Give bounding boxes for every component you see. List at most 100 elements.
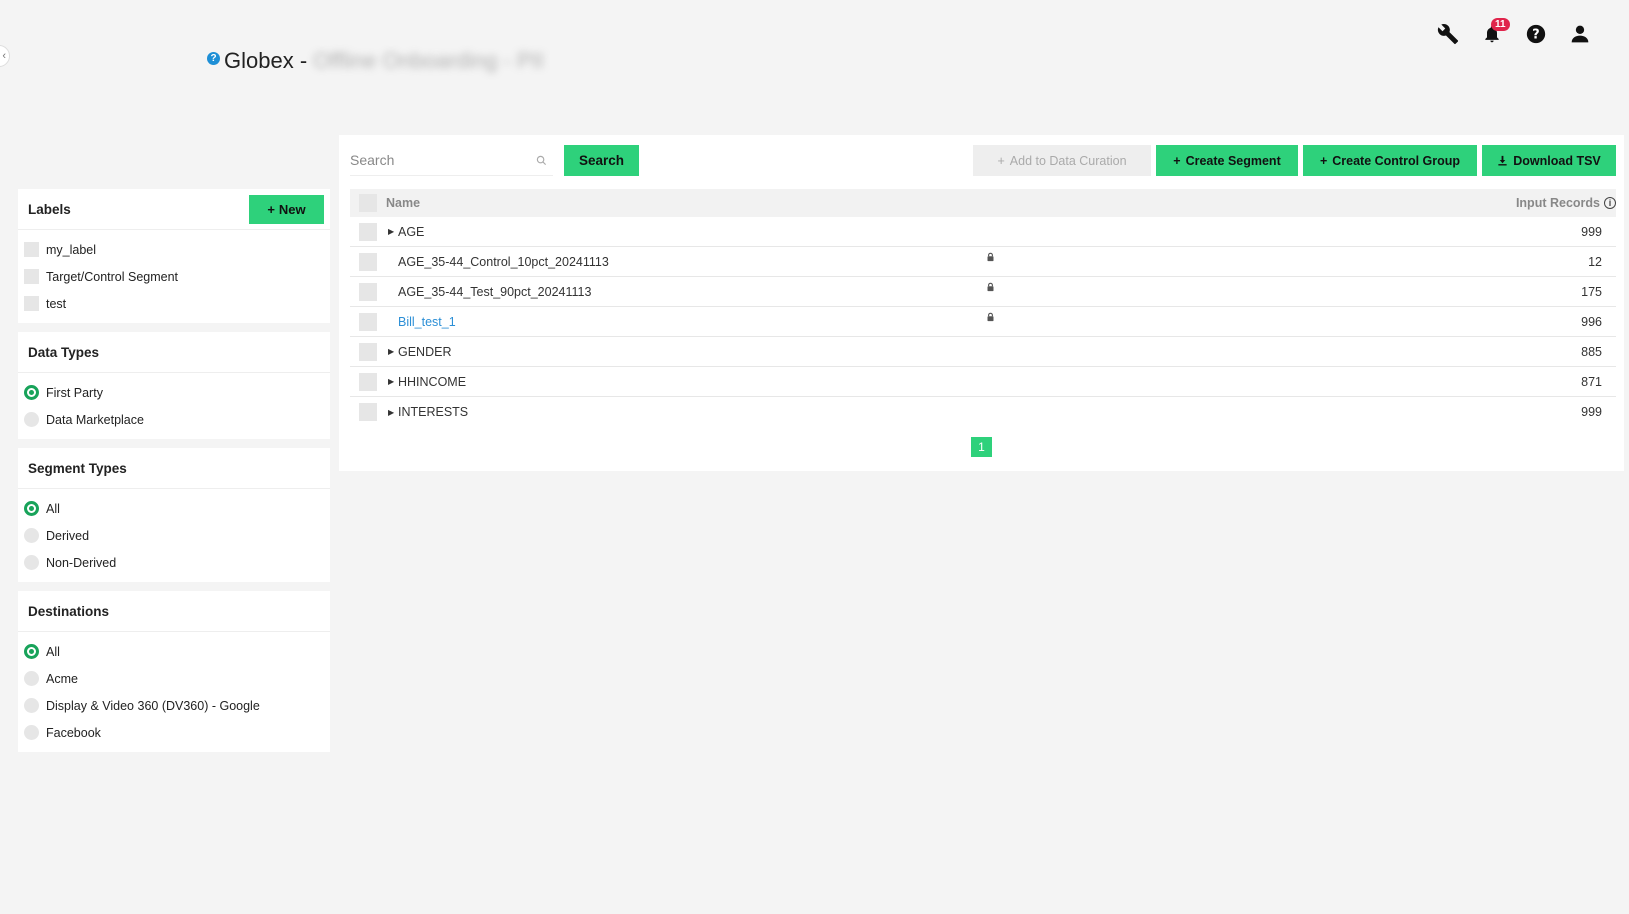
plus-icon: + bbox=[1173, 153, 1181, 168]
option-label: First Party bbox=[46, 385, 103, 400]
table-row[interactable]: ▶ HHINCOME 871 bbox=[350, 367, 1616, 397]
input-records: 885 bbox=[1581, 344, 1602, 359]
search-input[interactable] bbox=[350, 152, 520, 168]
segment-type-option[interactable]: Non-Derived bbox=[24, 549, 330, 576]
radio[interactable] bbox=[24, 671, 39, 686]
create-segment-button[interactable]: + Create Segment bbox=[1156, 145, 1298, 176]
plus-icon: + bbox=[267, 201, 275, 217]
segment-types-title: Segment Types bbox=[28, 460, 127, 476]
labels-panel: Labels + New my_label Target/Control Seg… bbox=[18, 189, 330, 323]
page-header: ? Globex - Offline Onboarding - PII bbox=[207, 48, 544, 74]
top-toolbar: 11 ? bbox=[1437, 18, 1591, 45]
page-title-obscured: Offline Onboarding - PII bbox=[313, 48, 544, 73]
radio-selected[interactable] bbox=[24, 501, 39, 516]
option-label: All bbox=[46, 501, 60, 516]
data-type-option[interactable]: Data Marketplace bbox=[24, 406, 330, 433]
radio[interactable] bbox=[24, 555, 39, 570]
checkbox[interactable] bbox=[24, 269, 39, 284]
new-label-button[interactable]: + New bbox=[249, 194, 324, 224]
title-help-icon[interactable]: ? bbox=[207, 51, 220, 65]
button-label: Download TSV bbox=[1513, 153, 1601, 168]
bell-icon[interactable]: 11 bbox=[1481, 18, 1510, 45]
checkbox[interactable] bbox=[24, 242, 39, 257]
help-icon[interactable]: ? bbox=[1525, 23, 1547, 45]
destination-option[interactable]: Acme bbox=[24, 665, 330, 692]
row-checkbox[interactable] bbox=[359, 403, 377, 421]
column-header-records[interactable]: Input Records i bbox=[1486, 196, 1616, 210]
select-all-checkbox[interactable] bbox=[359, 194, 377, 212]
segment-name-link[interactable]: Bill_test_1 bbox=[398, 315, 456, 329]
user-icon[interactable] bbox=[1569, 23, 1591, 45]
radio-selected[interactable] bbox=[24, 385, 39, 400]
collapse-handle[interactable]: ‹ bbox=[0, 45, 10, 67]
checkbox[interactable] bbox=[24, 296, 39, 311]
button-label: Create Control Group bbox=[1332, 153, 1461, 168]
table-header: Name Input Records i bbox=[350, 189, 1616, 217]
option-label: test bbox=[46, 296, 67, 311]
table-row[interactable]: Bill_test_1 996 bbox=[350, 307, 1616, 337]
table-row[interactable]: AGE_35-44_Control_10pct_20241113 12 bbox=[350, 247, 1616, 277]
row-checkbox[interactable] bbox=[359, 312, 377, 331]
search-box bbox=[350, 145, 553, 176]
label-option[interactable]: my_label bbox=[24, 236, 330, 263]
input-records: 175 bbox=[1581, 284, 1602, 299]
expand-caret-icon[interactable]: ▶ bbox=[388, 227, 398, 236]
wrench-icon[interactable] bbox=[1437, 23, 1459, 45]
row-checkbox[interactable] bbox=[359, 342, 377, 361]
radio-selected[interactable] bbox=[24, 644, 39, 659]
option-label: Data Marketplace bbox=[46, 412, 144, 427]
segment-type-option[interactable]: Derived bbox=[24, 522, 330, 549]
table-row[interactable]: ▶ INTERESTS 999 bbox=[350, 397, 1616, 427]
info-icon[interactable]: i bbox=[1604, 197, 1616, 209]
download-icon bbox=[1498, 155, 1507, 166]
add-to-data-curation-button[interactable]: + Add to Data Curation bbox=[973, 145, 1151, 176]
expand-caret-icon[interactable]: ▶ bbox=[388, 347, 398, 356]
option-label: Derived bbox=[46, 528, 90, 543]
button-label: Create Segment bbox=[1185, 153, 1281, 168]
option-label: my_label bbox=[46, 242, 97, 257]
label-option[interactable]: test bbox=[24, 290, 330, 317]
table-row[interactable]: ▶ GENDER 885 bbox=[350, 337, 1616, 367]
segments-table: Name Input Records i ▶ AGE 999 AGE_35-44_… bbox=[350, 189, 1616, 427]
radio[interactable] bbox=[24, 698, 39, 713]
table-row[interactable]: AGE_35-44_Test_90pct_20241113 175 bbox=[350, 277, 1616, 307]
input-records: 999 bbox=[1581, 224, 1602, 239]
row-checkbox[interactable] bbox=[359, 282, 377, 301]
search-icon bbox=[536, 155, 547, 165]
segment-type-option[interactable]: All bbox=[24, 495, 330, 522]
segment-name: AGE_35-44_Test_90pct_20241113 bbox=[398, 284, 592, 299]
input-records: 12 bbox=[1588, 254, 1602, 269]
segment-name: GENDER bbox=[398, 344, 452, 359]
segment-name: INTERESTS bbox=[398, 405, 469, 419]
row-checkbox[interactable] bbox=[359, 372, 377, 391]
svg-text:?: ? bbox=[1532, 28, 1539, 43]
pagination-page-1[interactable]: 1 bbox=[971, 437, 992, 457]
expand-caret-icon[interactable]: ▶ bbox=[388, 377, 398, 386]
notification-badge: 11 bbox=[1491, 18, 1510, 31]
radio[interactable] bbox=[24, 412, 39, 427]
destination-option[interactable]: All bbox=[24, 638, 330, 665]
row-checkbox[interactable] bbox=[359, 222, 377, 241]
input-records: 996 bbox=[1581, 314, 1602, 329]
expand-caret-icon[interactable]: ▶ bbox=[388, 408, 398, 417]
column-header-name[interactable]: Name bbox=[386, 196, 1486, 210]
download-tsv-button[interactable]: Download TSV bbox=[1482, 145, 1616, 176]
table-row[interactable]: ▶ AGE 999 bbox=[350, 217, 1616, 247]
column-header-records-label: Input Records bbox=[1515, 196, 1600, 210]
row-checkbox[interactable] bbox=[359, 252, 377, 271]
input-records: 999 bbox=[1581, 405, 1602, 419]
search-button[interactable]: Search bbox=[564, 145, 639, 176]
segment-name: AGE bbox=[398, 224, 425, 239]
segments-panel: Search + Add to Data Curation + Create S… bbox=[339, 135, 1624, 471]
data-type-option[interactable]: First Party bbox=[24, 379, 330, 406]
radio[interactable] bbox=[24, 528, 39, 543]
create-control-group-button[interactable]: + Create Control Group bbox=[1303, 145, 1477, 176]
radio[interactable] bbox=[24, 725, 39, 740]
option-label: All bbox=[46, 644, 60, 659]
button-label: Add to Data Curation bbox=[1009, 153, 1127, 168]
destination-option[interactable]: Facebook bbox=[24, 719, 330, 746]
destination-option[interactable]: Display & Video 360 (DV360) - Google bbox=[24, 692, 330, 719]
label-option[interactable]: Target/Control Segment bbox=[24, 263, 330, 290]
page-title: Globex - bbox=[224, 48, 308, 73]
option-label: Target/Control Segment bbox=[46, 269, 179, 284]
